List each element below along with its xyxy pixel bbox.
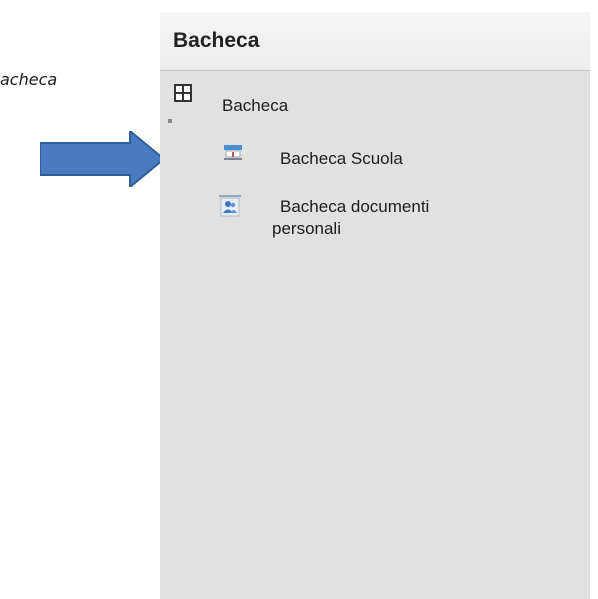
pointer-arrow	[40, 131, 166, 187]
panel-header: Bacheca	[160, 12, 590, 71]
grid-icon	[174, 84, 192, 102]
expander-icon[interactable]	[168, 119, 172, 123]
caption-text: acheca	[0, 70, 58, 89]
tree-item-bacheca-scuola[interactable]: Bacheca Scuola	[222, 144, 522, 174]
tree-item-label-line2: personali	[272, 219, 341, 238]
personal-documents-icon	[219, 195, 241, 217]
school-board-icon	[224, 145, 242, 160]
panel-title: Bacheca	[173, 29, 260, 52]
tree-item-label-line1: Bacheca documenti	[280, 197, 430, 216]
tree-item-label: Bacheca Scuola	[280, 149, 403, 168]
tree-item-bacheca-documenti-personali[interactable]: Bacheca documenti personali	[198, 192, 538, 262]
bacheca-panel: Bacheca Bacheca Bacheca Scuola Bacheca d…	[160, 12, 590, 599]
tree-root-label[interactable]: Bacheca	[222, 96, 288, 116]
